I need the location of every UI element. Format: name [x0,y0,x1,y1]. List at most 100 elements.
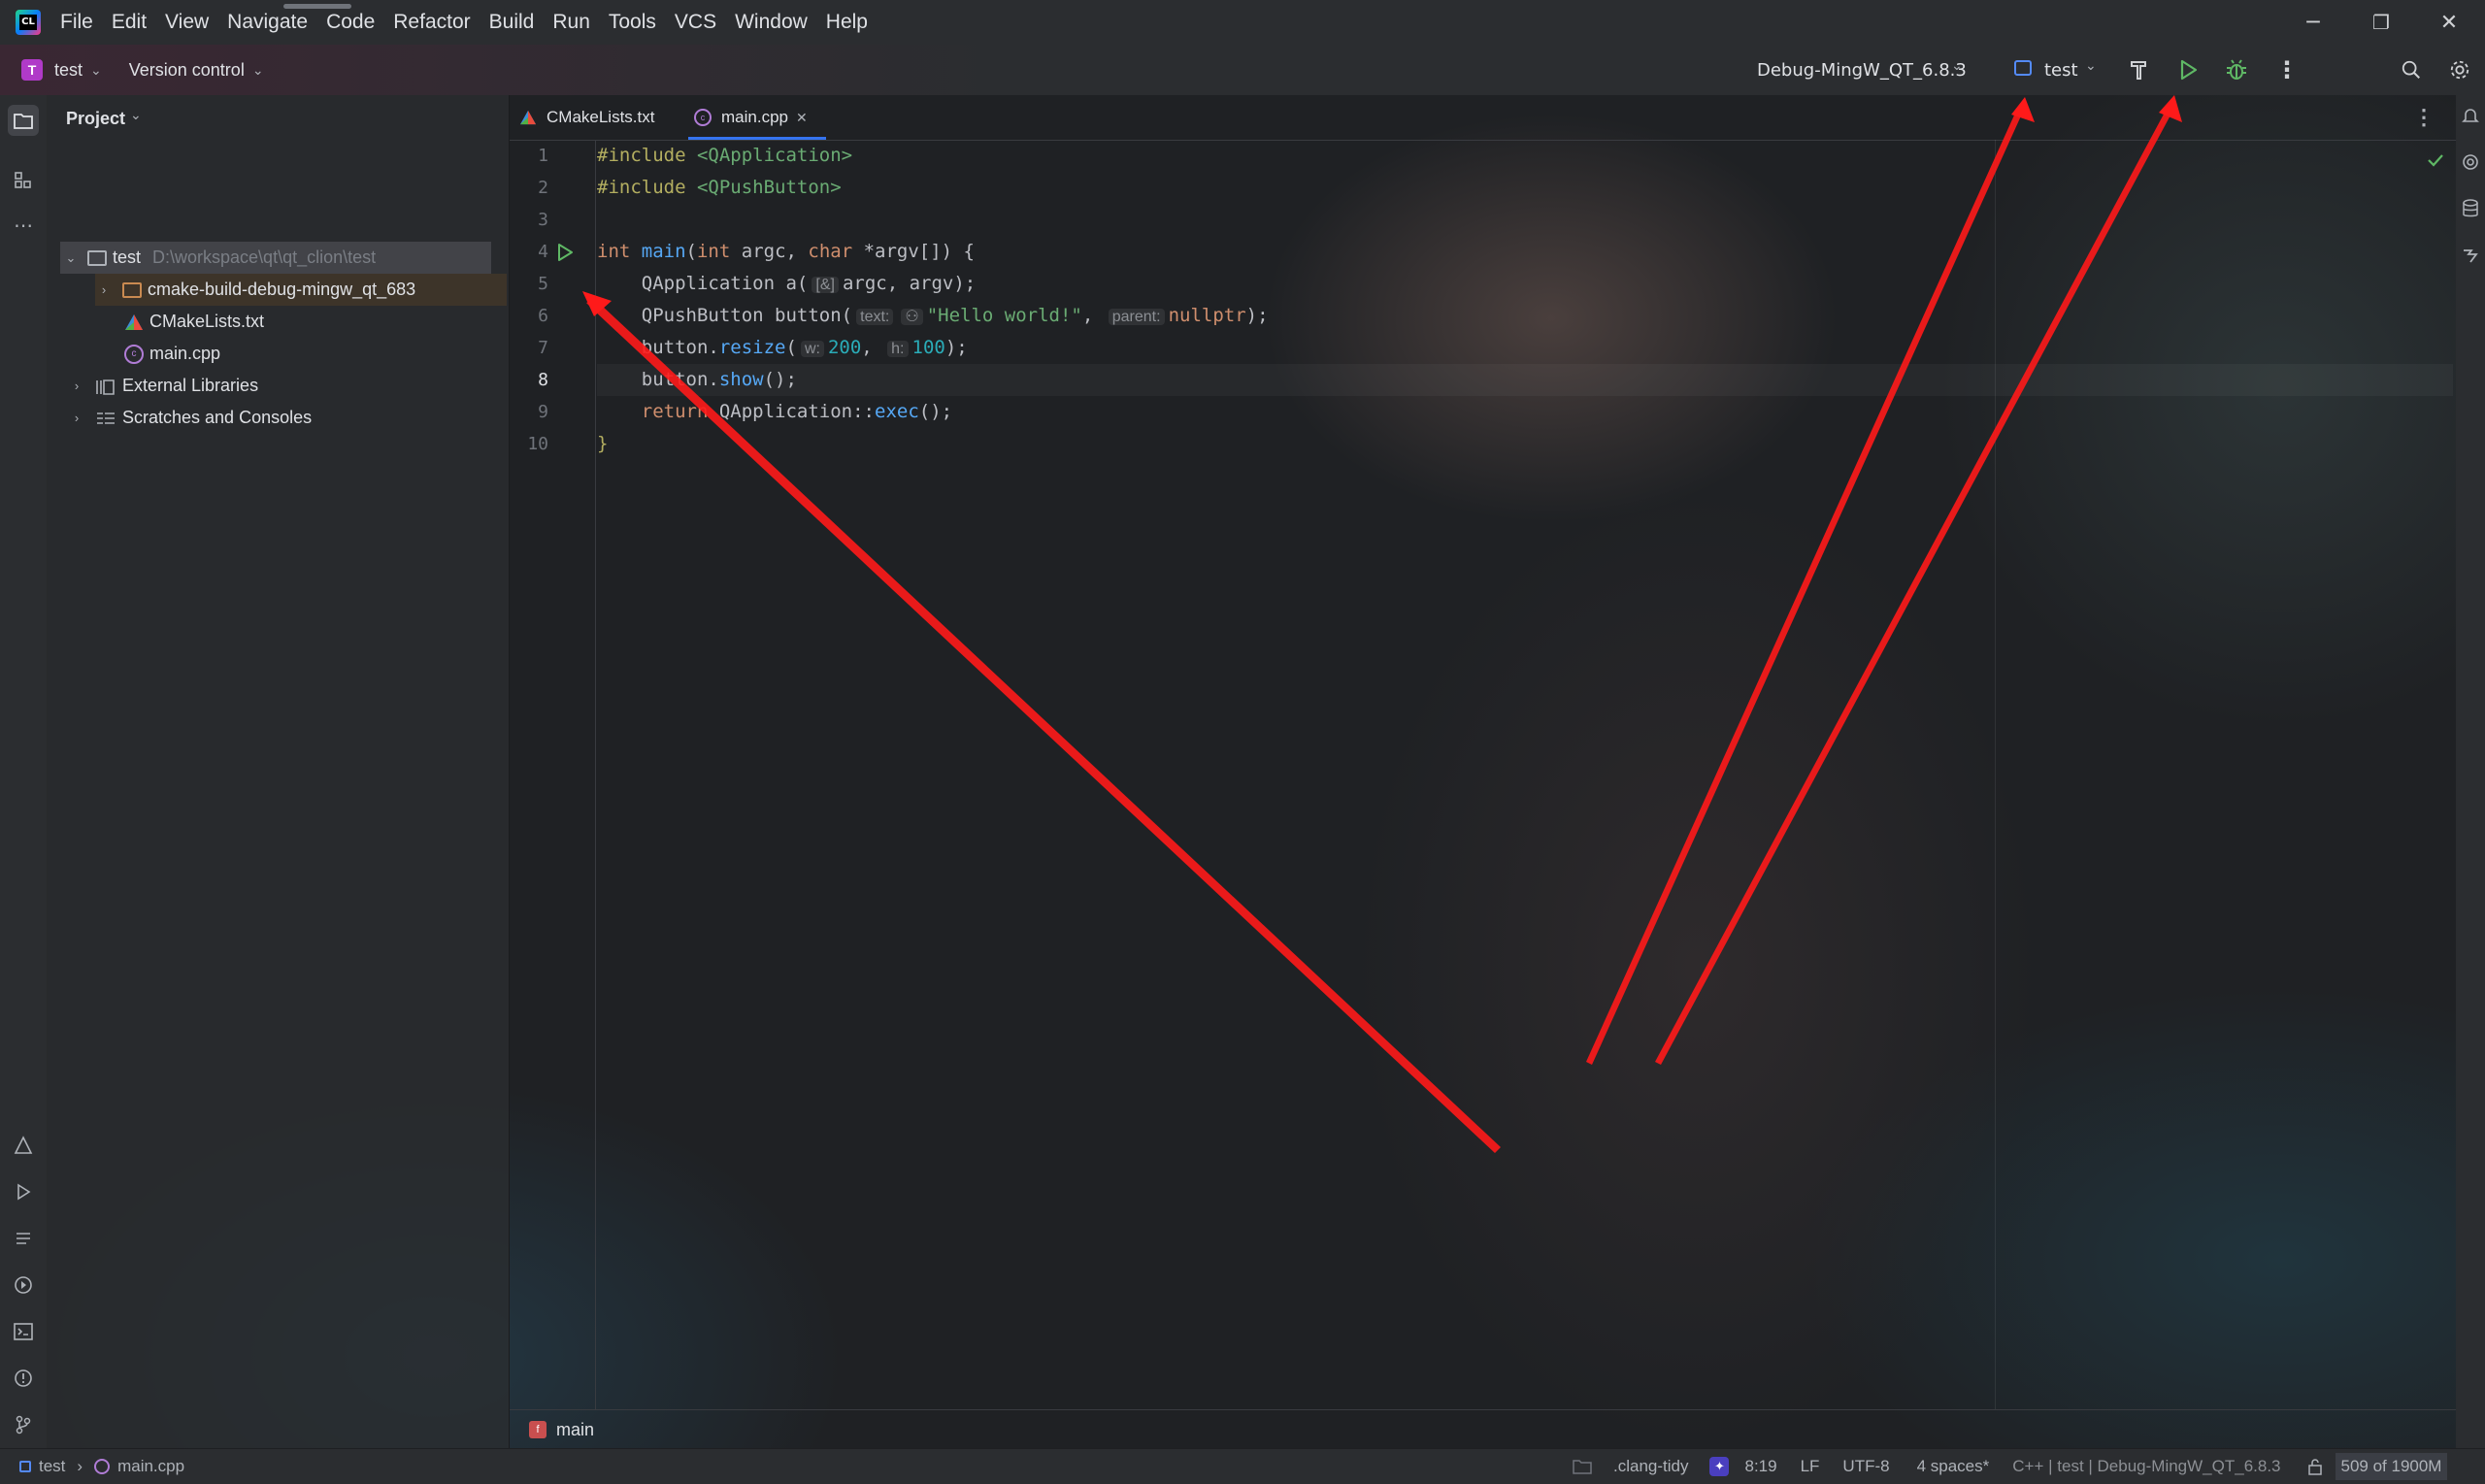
run-config-selector[interactable]: test [2044,60,2078,81]
chevron-down-icon[interactable]: ⌄ [130,107,142,123]
vcs-widget[interactable]: Version control [129,60,245,81]
status-line-separator[interactable]: LF [1801,1457,1820,1476]
tree-item-cmakelists[interactable]: CMakeLists.txt [124,306,264,338]
build-config-selector[interactable]: Debug-MingW_QT_6.8.3 [1757,60,1967,81]
status-indent[interactable]: 4 spaces* [1917,1457,1990,1476]
chevron-down-icon[interactable]: ⌄ [2085,58,2097,74]
tree-item-label: main.cpp [149,344,221,363]
structure-icon[interactable] [12,169,35,192]
problems-icon[interactable] [12,1367,35,1390]
debug-icon[interactable] [2223,56,2250,83]
tree-item-main-cpp[interactable]: c main.cpp [124,338,220,370]
chevron-down-icon[interactable]: ⌄ [252,62,264,79]
menu-run[interactable]: Run [552,11,590,34]
notifications-icon[interactable] [2460,105,2481,126]
tab-options-icon[interactable]: ⋮ [2413,105,2435,130]
cmake-file-icon [125,313,143,330]
todo-icon[interactable] [12,1227,35,1250]
code-line: return QApplication::exec(); [597,401,953,422]
menu-help[interactable]: Help [826,11,868,34]
tree-root-name: test [113,247,142,267]
close-window-button[interactable]: ✕ [2415,0,2483,45]
status-memory[interactable]: 509 of 1900M [2335,1453,2448,1480]
plugin-icon[interactable] [2460,245,2481,266]
menu-file[interactable]: File [60,11,93,34]
tree-root-test[interactable]: ⌄ test D:\workspace\qt\qt_clion\test [60,242,491,274]
menu-view[interactable]: View [165,11,209,34]
tree-item-cmake-build[interactable]: › cmake-build-debug-mingw_qt_683 [95,274,507,306]
more-icon[interactable]: ⋮ [2273,56,2301,83]
chevron-right-icon[interactable]: › [95,282,113,297]
line-number: 6 [538,306,548,326]
right-tool-strip [2456,95,2485,1448]
editor-gutter: 1 2 3 4 5 6 7 8 9 10 [510,140,596,1409]
code-line: #include <QApplication> [597,145,853,166]
editor-tabs: CMakeLists.txt c main.cpp ✕ ⋮ [510,95,2456,141]
lock-icon[interactable] [2306,1458,2324,1475]
ai-status-icon[interactable]: ✦ [1709,1457,1730,1476]
cmake-icon[interactable] [12,1134,35,1157]
tab-label: CMakeLists.txt [547,108,655,126]
terminal-icon[interactable] [12,1320,35,1343]
folder-icon [1573,1460,1592,1474]
no-problems-check-icon[interactable] [2425,149,2446,171]
status-project[interactable]: test [39,1457,65,1476]
tab-main-cpp[interactable]: c main.cpp ✕ [688,95,826,140]
menu-navigate[interactable]: Navigate [227,11,308,34]
services-icon[interactable] [12,1273,35,1297]
tree-item-scratches[interactable]: › Scratches and Consoles [68,402,312,434]
code-line: int main(int argc, char *argv[]) { [597,241,975,262]
line-number: 9 [538,402,548,422]
inlay-hint: h: [887,341,909,357]
restore-button[interactable]: ❐ [2347,0,2415,45]
breadcrumb-item[interactable]: main [556,1420,594,1440]
git-icon[interactable] [12,1413,35,1436]
folder-icon [87,249,107,266]
status-clang-tidy[interactable]: .clang-tidy [1613,1457,1688,1476]
menu-refactor[interactable]: Refactor [393,11,470,34]
function-icon: f [529,1421,547,1438]
status-position[interactable]: 8:19 [1744,1457,1776,1476]
menu-build[interactable]: Build [489,11,535,34]
search-icon[interactable] [2398,56,2425,83]
menu-tools[interactable]: Tools [609,11,656,34]
run-icon[interactable] [2174,56,2202,83]
run-panel-icon[interactable] [12,1180,35,1204]
menu-edit[interactable]: Edit [112,11,147,34]
inlay-hint: w: [800,341,824,357]
tree-item-label: cmake-build-debug-mingw_qt_683 [148,280,416,299]
gutter-run-icon[interactable] [554,242,576,263]
hammer-icon[interactable] [2126,56,2153,83]
scratches-icon [97,412,115,424]
main-toolbar: T test ⌄ Version control ⌄ [0,45,2485,95]
project-folder-icon[interactable] [8,105,39,136]
menu-code[interactable]: Code [326,11,375,34]
tab-cmakelists[interactable]: CMakeLists.txt [519,95,675,140]
status-encoding[interactable]: UTF-8 [1842,1457,1889,1476]
chevron-right-icon[interactable]: › [68,379,85,393]
project-selector[interactable]: test [54,60,83,81]
status-file[interactable]: main.cpp [117,1457,184,1476]
chevron-down-icon[interactable]: ⌄ [90,62,102,79]
status-context[interactable]: C++ | test | Debug-MingW_QT_6.8.3 [2012,1457,2280,1476]
ai-assistant-icon[interactable] [2460,151,2481,173]
chevron-right-icon[interactable]: › [68,411,85,425]
tab-label: main.cpp [721,108,788,126]
inlay-hint: text: [856,309,894,325]
run-config-icon [2014,60,2032,76]
database-icon[interactable] [2460,198,2481,219]
status-right-group: .clang-tidy ✦ 8:19 LF UTF-8 4 spaces* C+… [1573,1449,2448,1484]
line-number: 2 [538,178,548,198]
chevron-down-icon[interactable]: ⌄ [1951,58,1963,74]
menu-window[interactable]: Window [735,11,808,34]
more-tools-icon[interactable]: ⋯ [12,214,35,237]
tree-item-external-libraries[interactable]: › External Libraries [68,370,258,402]
chevron-down-icon[interactable]: ⌄ [62,250,80,266]
minimize-button[interactable]: ─ [2279,0,2347,45]
gear-icon[interactable] [2446,56,2473,83]
menu-vcs[interactable]: VCS [675,11,716,34]
code-editor[interactable]: #include <QApplication> #include <QPushB… [597,140,2453,1409]
project-panel-title[interactable]: Project [66,109,125,129]
code-line: QPushButton button(text: ⚇ "Hello world!",… [597,305,1269,326]
close-tab-icon[interactable]: ✕ [796,110,808,126]
